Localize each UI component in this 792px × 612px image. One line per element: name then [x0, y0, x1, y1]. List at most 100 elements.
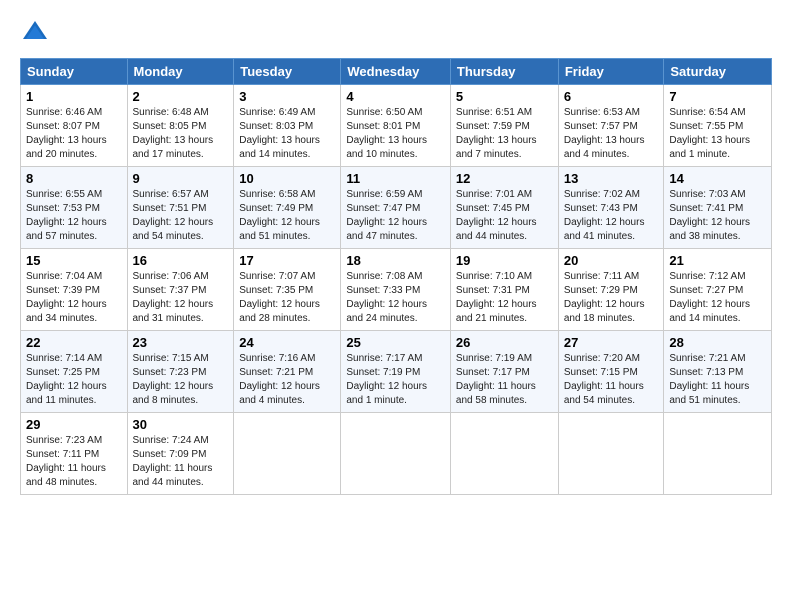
- day-number: 3: [239, 89, 335, 104]
- weekday-header-thursday: Thursday: [450, 59, 558, 85]
- day-info: Sunrise: 6:59 AMSunset: 7:47 PMDaylight:…: [346, 189, 427, 242]
- day-info: Sunrise: 7:17 AMSunset: 7:19 PMDaylight:…: [346, 353, 427, 406]
- empty-cell: [450, 413, 558, 495]
- day-number: 30: [133, 417, 229, 432]
- day-cell-25: 25 Sunrise: 7:17 AMSunset: 7:19 PMDaylig…: [341, 331, 451, 413]
- day-cell-8: 8 Sunrise: 6:55 AMSunset: 7:53 PMDayligh…: [21, 167, 128, 249]
- day-cell-29: 29 Sunrise: 7:23 AMSunset: 7:11 PMDaylig…: [21, 413, 128, 495]
- day-info: Sunrise: 6:53 AMSunset: 7:57 PMDaylight:…: [564, 107, 645, 160]
- day-cell-13: 13 Sunrise: 7:02 AMSunset: 7:43 PMDaylig…: [558, 167, 664, 249]
- day-info: Sunrise: 6:48 AMSunset: 8:05 PMDaylight:…: [133, 107, 214, 160]
- day-number: 18: [346, 253, 445, 268]
- day-info: Sunrise: 6:50 AMSunset: 8:01 PMDaylight:…: [346, 107, 427, 160]
- day-cell-26: 26 Sunrise: 7:19 AMSunset: 7:17 PMDaylig…: [450, 331, 558, 413]
- day-number: 22: [26, 335, 122, 350]
- day-number: 14: [669, 171, 766, 186]
- day-number: 13: [564, 171, 659, 186]
- week-row-3: 15 Sunrise: 7:04 AMSunset: 7:39 PMDaylig…: [21, 249, 772, 331]
- day-cell-10: 10 Sunrise: 6:58 AMSunset: 7:49 PMDaylig…: [234, 167, 341, 249]
- day-info: Sunrise: 7:24 AMSunset: 7:09 PMDaylight:…: [133, 435, 213, 488]
- day-info: Sunrise: 7:14 AMSunset: 7:25 PMDaylight:…: [26, 353, 107, 406]
- day-cell-2: 2 Sunrise: 6:48 AMSunset: 8:05 PMDayligh…: [127, 85, 234, 167]
- weekday-header-monday: Monday: [127, 59, 234, 85]
- day-number: 12: [456, 171, 553, 186]
- day-cell-1: 1 Sunrise: 6:46 AMSunset: 8:07 PMDayligh…: [21, 85, 128, 167]
- day-info: Sunrise: 7:01 AMSunset: 7:45 PMDaylight:…: [456, 189, 537, 242]
- logo: [20, 18, 56, 48]
- header: [20, 18, 772, 48]
- day-info: Sunrise: 7:04 AMSunset: 7:39 PMDaylight:…: [26, 271, 107, 324]
- day-info: Sunrise: 7:10 AMSunset: 7:31 PMDaylight:…: [456, 271, 537, 324]
- day-info: Sunrise: 6:51 AMSunset: 7:59 PMDaylight:…: [456, 107, 537, 160]
- day-info: Sunrise: 7:12 AMSunset: 7:27 PMDaylight:…: [669, 271, 750, 324]
- day-cell-23: 23 Sunrise: 7:15 AMSunset: 7:23 PMDaylig…: [127, 331, 234, 413]
- day-info: Sunrise: 7:08 AMSunset: 7:33 PMDaylight:…: [346, 271, 427, 324]
- day-number: 5: [456, 89, 553, 104]
- day-cell-28: 28 Sunrise: 7:21 AMSunset: 7:13 PMDaylig…: [664, 331, 772, 413]
- day-cell-19: 19 Sunrise: 7:10 AMSunset: 7:31 PMDaylig…: [450, 249, 558, 331]
- day-info: Sunrise: 7:11 AMSunset: 7:29 PMDaylight:…: [564, 271, 645, 324]
- day-info: Sunrise: 7:15 AMSunset: 7:23 PMDaylight:…: [133, 353, 214, 406]
- day-info: Sunrise: 6:57 AMSunset: 7:51 PMDaylight:…: [133, 189, 214, 242]
- day-number: 9: [133, 171, 229, 186]
- day-cell-22: 22 Sunrise: 7:14 AMSunset: 7:25 PMDaylig…: [21, 331, 128, 413]
- day-cell-21: 21 Sunrise: 7:12 AMSunset: 7:27 PMDaylig…: [664, 249, 772, 331]
- day-info: Sunrise: 7:07 AMSunset: 7:35 PMDaylight:…: [239, 271, 320, 324]
- day-number: 19: [456, 253, 553, 268]
- day-cell-27: 27 Sunrise: 7:20 AMSunset: 7:15 PMDaylig…: [558, 331, 664, 413]
- weekday-header-saturday: Saturday: [664, 59, 772, 85]
- day-info: Sunrise: 7:19 AMSunset: 7:17 PMDaylight:…: [456, 353, 536, 406]
- weekday-header-tuesday: Tuesday: [234, 59, 341, 85]
- day-cell-30: 30 Sunrise: 7:24 AMSunset: 7:09 PMDaylig…: [127, 413, 234, 495]
- calendar-table: SundayMondayTuesdayWednesdayThursdayFrid…: [20, 58, 772, 495]
- week-row-1: 1 Sunrise: 6:46 AMSunset: 8:07 PMDayligh…: [21, 85, 772, 167]
- day-number: 6: [564, 89, 659, 104]
- day-cell-5: 5 Sunrise: 6:51 AMSunset: 7:59 PMDayligh…: [450, 85, 558, 167]
- page: SundayMondayTuesdayWednesdayThursdayFrid…: [0, 0, 792, 505]
- day-number: 8: [26, 171, 122, 186]
- day-info: Sunrise: 7:21 AMSunset: 7:13 PMDaylight:…: [669, 353, 749, 406]
- day-number: 10: [239, 171, 335, 186]
- day-number: 21: [669, 253, 766, 268]
- empty-cell: [558, 413, 664, 495]
- day-number: 2: [133, 89, 229, 104]
- day-number: 23: [133, 335, 229, 350]
- day-cell-16: 16 Sunrise: 7:06 AMSunset: 7:37 PMDaylig…: [127, 249, 234, 331]
- day-cell-18: 18 Sunrise: 7:08 AMSunset: 7:33 PMDaylig…: [341, 249, 451, 331]
- day-cell-3: 3 Sunrise: 6:49 AMSunset: 8:03 PMDayligh…: [234, 85, 341, 167]
- header-row: SundayMondayTuesdayWednesdayThursdayFrid…: [21, 59, 772, 85]
- weekday-header-wednesday: Wednesday: [341, 59, 451, 85]
- day-cell-17: 17 Sunrise: 7:07 AMSunset: 7:35 PMDaylig…: [234, 249, 341, 331]
- day-number: 20: [564, 253, 659, 268]
- day-number: 17: [239, 253, 335, 268]
- empty-cell: [664, 413, 772, 495]
- day-number: 27: [564, 335, 659, 350]
- day-cell-7: 7 Sunrise: 6:54 AMSunset: 7:55 PMDayligh…: [664, 85, 772, 167]
- day-info: Sunrise: 7:03 AMSunset: 7:41 PMDaylight:…: [669, 189, 750, 242]
- day-info: Sunrise: 6:58 AMSunset: 7:49 PMDaylight:…: [239, 189, 320, 242]
- day-number: 15: [26, 253, 122, 268]
- empty-cell: [234, 413, 341, 495]
- day-info: Sunrise: 7:20 AMSunset: 7:15 PMDaylight:…: [564, 353, 644, 406]
- day-number: 7: [669, 89, 766, 104]
- day-info: Sunrise: 6:54 AMSunset: 7:55 PMDaylight:…: [669, 107, 750, 160]
- day-number: 25: [346, 335, 445, 350]
- logo-icon: [20, 18, 50, 48]
- day-number: 29: [26, 417, 122, 432]
- day-number: 1: [26, 89, 122, 104]
- day-info: Sunrise: 7:02 AMSunset: 7:43 PMDaylight:…: [564, 189, 645, 242]
- day-info: Sunrise: 7:23 AMSunset: 7:11 PMDaylight:…: [26, 435, 106, 488]
- day-cell-6: 6 Sunrise: 6:53 AMSunset: 7:57 PMDayligh…: [558, 85, 664, 167]
- day-info: Sunrise: 6:55 AMSunset: 7:53 PMDaylight:…: [26, 189, 107, 242]
- day-cell-9: 9 Sunrise: 6:57 AMSunset: 7:51 PMDayligh…: [127, 167, 234, 249]
- day-number: 11: [346, 171, 445, 186]
- day-info: Sunrise: 7:16 AMSunset: 7:21 PMDaylight:…: [239, 353, 320, 406]
- day-info: Sunrise: 6:49 AMSunset: 8:03 PMDaylight:…: [239, 107, 320, 160]
- week-row-4: 22 Sunrise: 7:14 AMSunset: 7:25 PMDaylig…: [21, 331, 772, 413]
- day-cell-15: 15 Sunrise: 7:04 AMSunset: 7:39 PMDaylig…: [21, 249, 128, 331]
- day-cell-12: 12 Sunrise: 7:01 AMSunset: 7:45 PMDaylig…: [450, 167, 558, 249]
- day-number: 4: [346, 89, 445, 104]
- day-cell-4: 4 Sunrise: 6:50 AMSunset: 8:01 PMDayligh…: [341, 85, 451, 167]
- day-info: Sunrise: 7:06 AMSunset: 7:37 PMDaylight:…: [133, 271, 214, 324]
- weekday-header-sunday: Sunday: [21, 59, 128, 85]
